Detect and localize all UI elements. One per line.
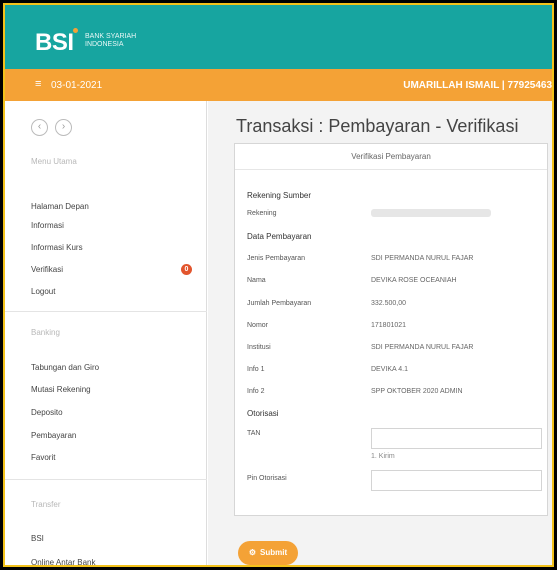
- sidebar-item-logout[interactable]: Logout: [31, 287, 55, 296]
- session-bar: ≡ 03-01-2021 UMARILLAH ISMAIL | 77925463: [5, 69, 552, 101]
- field-value-jenis-pembayaran: SDI PERMANDA NURUL FAJAR: [371, 255, 474, 262]
- section-banking: Banking: [31, 328, 60, 337]
- field-label-institusi: Institusi: [247, 344, 271, 351]
- bank-logo[interactable]: BSI: [35, 29, 74, 57]
- sidebar-divider: [5, 311, 207, 312]
- sidebar-item-informasi[interactable]: Informasi: [31, 221, 64, 230]
- chevron-left-icon[interactable]: ‹: [31, 119, 48, 136]
- sidebar-item-online-antar-bank[interactable]: Online Antar Bank: [31, 558, 95, 565]
- page-title: Transaksi : Pembayaran - Verifikasi: [236, 116, 519, 136]
- sidebar-item-informasi-kurs[interactable]: Informasi Kurs: [31, 243, 83, 252]
- check-icon: ⚙: [248, 548, 257, 557]
- browser-frame: BSI BANK SYARIAH INDONESIA ≡ 03-01-2021 …: [3, 3, 554, 567]
- verification-panel: Verifikasi Pembayaran Rekening Sumber Re…: [234, 143, 548, 516]
- field-label-nama: Nama: [247, 277, 266, 284]
- sidebar-divider: [5, 479, 207, 480]
- sidebar-item-verifikasi[interactable]: Verifikasi: [31, 265, 63, 274]
- field-value-jumlah-pembayaran: 332.500,00: [371, 300, 407, 307]
- field-value-info-1: DEVIKA 4.1: [371, 366, 408, 373]
- pin-otorisasi-input[interactable]: [371, 470, 542, 491]
- panel-title: Verifikasi Pembayaran: [235, 144, 547, 170]
- main-content: Transaksi : Pembayaran - Verifikasi Veri…: [208, 101, 552, 565]
- sidebar-item-pembayaran[interactable]: Pembayaran: [31, 431, 76, 440]
- session-date: 03-01-2021: [51, 80, 103, 91]
- field-label-nomor: Nomor: [247, 322, 269, 329]
- chevron-right-icon[interactable]: ›: [55, 119, 72, 136]
- sidebar-item-deposito[interactable]: Deposito: [31, 408, 63, 417]
- sidebar-item-tabungan-dan-giro[interactable]: Tabungan dan Giro: [31, 363, 99, 372]
- field-value-nomor: 171801021: [371, 322, 407, 329]
- section-transfer: Transfer: [31, 500, 61, 509]
- rekening-value-masked: [371, 209, 491, 217]
- tan-input[interactable]: [371, 428, 542, 449]
- otorisasi-heading: Otorisasi: [247, 409, 279, 418]
- section-main-menu: Menu Utama: [31, 157, 77, 166]
- sidebar: ‹ › Menu Utama Halaman Depan Informasi I…: [5, 101, 207, 565]
- field-label-jenis-pembayaran: Jenis Pembayaran: [247, 255, 305, 262]
- submit-button[interactable]: ⚙ Submit: [238, 541, 298, 565]
- logo-accent-dot: [73, 28, 78, 33]
- field-value-info-2: SPP OKTOBER 2020 ADMIN: [371, 388, 463, 395]
- pin-otorisasi-label: Pin Otorisasi: [247, 475, 287, 482]
- sidebar-item-mutasi-rekening[interactable]: Mutasi Rekening: [31, 385, 91, 394]
- tan-hint: 1. Kirim: [371, 453, 395, 460]
- rekening-label: Rekening: [247, 210, 277, 217]
- bank-logo-subtitle: BANK SYARIAH INDONESIA: [85, 33, 137, 48]
- verifikasi-count-badge: 0: [181, 264, 192, 275]
- user-info: UMARILLAH ISMAIL | 77925463: [403, 80, 552, 91]
- rekening-sumber-heading: Rekening Sumber: [247, 191, 312, 200]
- data-pembayaran-heading: Data Pembayaran: [247, 232, 312, 241]
- top-bar: BSI BANK SYARIAH INDONESIA: [5, 5, 552, 69]
- field-label-jumlah-pembayaran: Jumlah Pembayaran: [247, 300, 312, 307]
- sidebar-item-halaman-depan[interactable]: Halaman Depan: [31, 202, 89, 211]
- sidebar-item-bsi[interactable]: BSI: [31, 534, 44, 543]
- field-value-institusi: SDI PERMANDA NURUL FAJAR: [371, 344, 474, 351]
- sidebar-item-favorit[interactable]: Favorit: [31, 453, 55, 462]
- tan-label: TAN: [247, 430, 261, 437]
- field-label-info-2: Info 2: [247, 388, 265, 395]
- field-value-nama: DEVIKA ROSE OCEANIAH: [371, 277, 457, 284]
- submit-label: Submit: [260, 548, 288, 557]
- field-label-info-1: Info 1: [247, 366, 265, 373]
- hamburger-icon[interactable]: ≡: [35, 79, 44, 90]
